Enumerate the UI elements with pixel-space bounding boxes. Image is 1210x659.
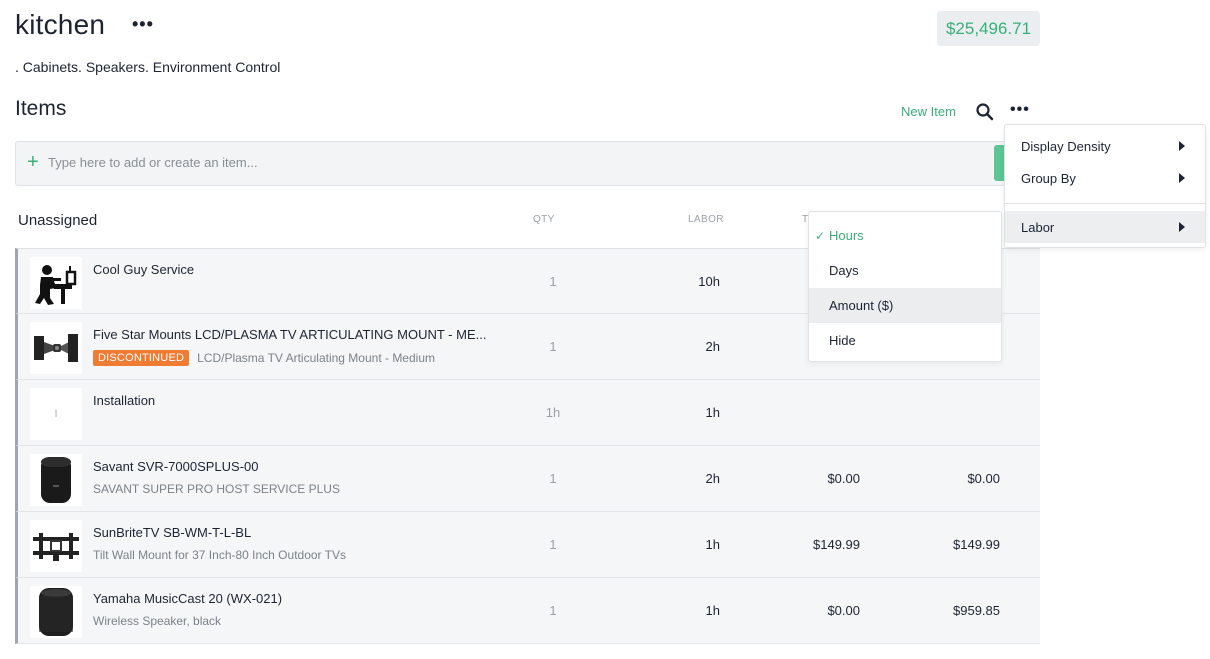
- project-total-badge: $25,496.71: [937, 11, 1040, 46]
- item-labor[interactable]: 2h: [658, 471, 720, 486]
- item-total: $0.00: [967, 471, 1000, 486]
- item-qty[interactable]: 1: [523, 274, 583, 289]
- check-icon: ✓: [815, 228, 826, 243]
- item-total: $149.99: [953, 537, 1000, 552]
- item-price[interactable]: $0.00: [788, 471, 860, 486]
- caret-right-icon: [1179, 173, 1185, 183]
- labor-option-days[interactable]: Days: [809, 253, 1001, 288]
- menu-item-label: Labor: [1021, 219, 1055, 235]
- table-row[interactable]: I Installation 1h 1h: [15, 380, 1040, 446]
- item-description: SAVANT SUPER PRO HOST SERVICE PLUS: [93, 482, 340, 496]
- placeholder-letter: I: [54, 408, 58, 420]
- item-qty[interactable]: 1: [523, 537, 583, 552]
- page-title: kitchen: [15, 9, 106, 40]
- search-icon[interactable]: [975, 102, 995, 122]
- item-qty[interactable]: 1h: [523, 405, 583, 420]
- item-labor[interactable]: 1h: [658, 405, 720, 420]
- items-more-icon[interactable]: •••: [1010, 101, 1030, 119]
- column-header-labor: LABOR: [688, 214, 724, 225]
- menu-item-display-density[interactable]: Display Density: [1005, 130, 1205, 162]
- group-title: Unassigned: [18, 212, 98, 229]
- menu-item-group-by[interactable]: Group By: [1005, 162, 1205, 194]
- menu-item-labor[interactable]: Labor: [1005, 211, 1205, 243]
- articulating-mount-image: [30, 322, 82, 374]
- item-name[interactable]: Cool Guy Service: [93, 262, 194, 277]
- labor-option-label: Hours: [829, 228, 864, 243]
- table-row[interactable]: SunBriteTV SB-WM-T-L-BL Tilt Wall Mount …: [15, 512, 1040, 578]
- item-qty[interactable]: 1: [523, 603, 583, 618]
- item-qty[interactable]: 1: [523, 339, 583, 354]
- item-labor[interactable]: 1h: [658, 603, 720, 618]
- caret-right-icon: [1179, 141, 1185, 151]
- title-more-icon[interactable]: •••: [132, 14, 154, 35]
- new-item-button[interactable]: New Item: [901, 104, 956, 119]
- labor-option-amount[interactable]: Amount ($): [809, 288, 1001, 323]
- table-row[interactable]: Yamaha MusicCast 20 (WX-021) Wireless Sp…: [15, 578, 1040, 644]
- item-name[interactable]: Savant SVR-7000SPLUS-00: [93, 459, 258, 474]
- item-price[interactable]: $149.99: [788, 537, 860, 552]
- table-row[interactable]: Savant SVR-7000SPLUS-00 SAVANT SUPER PRO…: [15, 446, 1040, 512]
- item-labor[interactable]: 2h: [658, 339, 720, 354]
- labor-option-label: Hide: [829, 333, 856, 348]
- menu-item-label: Group By: [1021, 170, 1076, 186]
- menu-item-label: Display Density: [1021, 138, 1111, 154]
- add-item-input[interactable]: [48, 155, 648, 170]
- caret-right-icon: [1179, 222, 1185, 232]
- item-name[interactable]: Installation: [93, 393, 155, 408]
- labor-submenu: ✓ Hours Days Amount ($) Hide: [808, 211, 1002, 362]
- labor-option-hide[interactable]: Hide: [809, 323, 1001, 358]
- item-name[interactable]: SunBriteTV SB-WM-T-L-BL: [93, 525, 251, 540]
- item-description: Tilt Wall Mount for 37 Inch-80 Inch Outd…: [93, 548, 346, 562]
- items-options-menu: Display Density Group By Labor: [1004, 124, 1206, 248]
- menu-divider: [1005, 203, 1205, 204]
- labor-option-label: Days: [829, 263, 859, 278]
- placeholder-thumbnail: I: [30, 388, 82, 440]
- discontinued-badge: DISCONTINUED: [93, 350, 190, 366]
- items-section-title: Items: [15, 97, 67, 120]
- item-description: Wireless Speaker, black: [93, 614, 222, 628]
- item-name[interactable]: Five Star Mounts LCD/PLASMA TV ARTICULAT…: [93, 327, 486, 342]
- speaker-image: [30, 586, 82, 638]
- item-labor[interactable]: 10h: [658, 274, 720, 289]
- item-price[interactable]: $0.00: [788, 603, 860, 618]
- labor-option-hours[interactable]: ✓ Hours: [809, 218, 1001, 253]
- item-labor[interactable]: 1h: [658, 537, 720, 552]
- plus-icon: +: [27, 151, 39, 173]
- wall-mount-image: [30, 520, 82, 572]
- savant-host-image: [30, 454, 82, 506]
- item-name[interactable]: Yamaha MusicCast 20 (WX-021): [93, 591, 282, 606]
- item-qty[interactable]: 1: [523, 471, 583, 486]
- item-total: $959.85: [953, 603, 1000, 618]
- page-subtitle: . Cabinets. Speakers. Environment Contro…: [15, 59, 281, 75]
- item-description-line: DISCONTINUED LCD/Plasma TV Articulating …: [93, 350, 435, 366]
- technician-icon: [30, 257, 82, 309]
- item-description: LCD/Plasma TV Articulating Mount - Mediu…: [197, 351, 435, 365]
- add-item-bar: +: [15, 141, 1015, 186]
- column-header-qty: QTY: [533, 214, 555, 225]
- labor-option-label: Amount ($): [829, 298, 894, 313]
